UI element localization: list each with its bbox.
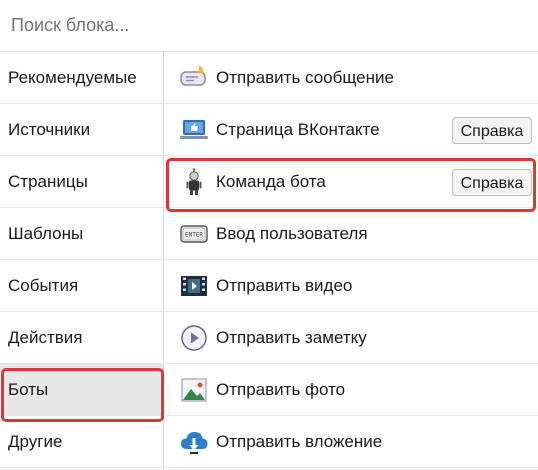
- block-label: Отправить фото: [216, 380, 346, 399]
- block-send-message[interactable]: Отправить сообщение: [165, 52, 538, 104]
- film-icon: [179, 272, 209, 300]
- block-label: Страница ВКонтакте: [216, 120, 380, 139]
- block-list: Отправить сообщение Страница ВКонтакте С…: [165, 52, 538, 470]
- help-button[interactable]: Справка: [452, 169, 532, 196]
- category-events[interactable]: События: [0, 260, 163, 312]
- help-button[interactable]: Справка: [452, 117, 532, 144]
- block-label: Отправить заметку: [216, 328, 367, 347]
- block-send-video[interactable]: Отправить видео: [165, 260, 538, 312]
- block-label: Ввод пользователя: [216, 224, 368, 243]
- search-bar: [0, 0, 538, 52]
- block-send-note[interactable]: Отправить заметку: [165, 312, 538, 364]
- category-actions[interactable]: Действия: [0, 312, 163, 364]
- block-label: Отправить сообщение: [216, 68, 394, 87]
- category-pages[interactable]: Страницы: [0, 156, 163, 208]
- block-label: Отправить вложение: [216, 432, 383, 451]
- cloud-download-icon: [179, 428, 209, 456]
- photo-icon: [179, 376, 209, 404]
- svg-text:ENTER: ENTER: [185, 232, 203, 239]
- category-bots[interactable]: Боты: [0, 364, 163, 416]
- category-other[interactable]: Другие: [0, 416, 163, 468]
- category-templates[interactable]: Шаблоны: [0, 208, 163, 260]
- category-sidebar: Рекомендуемые Источники Страницы Шаблоны…: [0, 52, 164, 470]
- block-vk-page[interactable]: Страница ВКонтакте Справка: [165, 104, 538, 156]
- enter-key-icon: ENTER: [179, 220, 209, 248]
- block-label: Отправить видео: [216, 276, 353, 295]
- category-sources[interactable]: Источники: [0, 104, 163, 156]
- category-recommended[interactable]: Рекомендуемые: [0, 52, 163, 104]
- search-input[interactable]: [0, 0, 538, 51]
- block-label: Команда бота: [216, 172, 326, 191]
- robot-icon: [179, 168, 209, 196]
- block-user-input[interactable]: ENTER Ввод пользователя: [165, 208, 538, 260]
- block-send-photo[interactable]: Отправить фото: [165, 364, 538, 416]
- message-bell-icon: [179, 64, 209, 92]
- play-circle-icon: [179, 324, 209, 352]
- block-send-attachment[interactable]: Отправить вложение: [165, 416, 538, 468]
- laptop-thumbs-up-icon: [179, 116, 209, 144]
- block-bot-command[interactable]: Команда бота Справка: [165, 156, 538, 208]
